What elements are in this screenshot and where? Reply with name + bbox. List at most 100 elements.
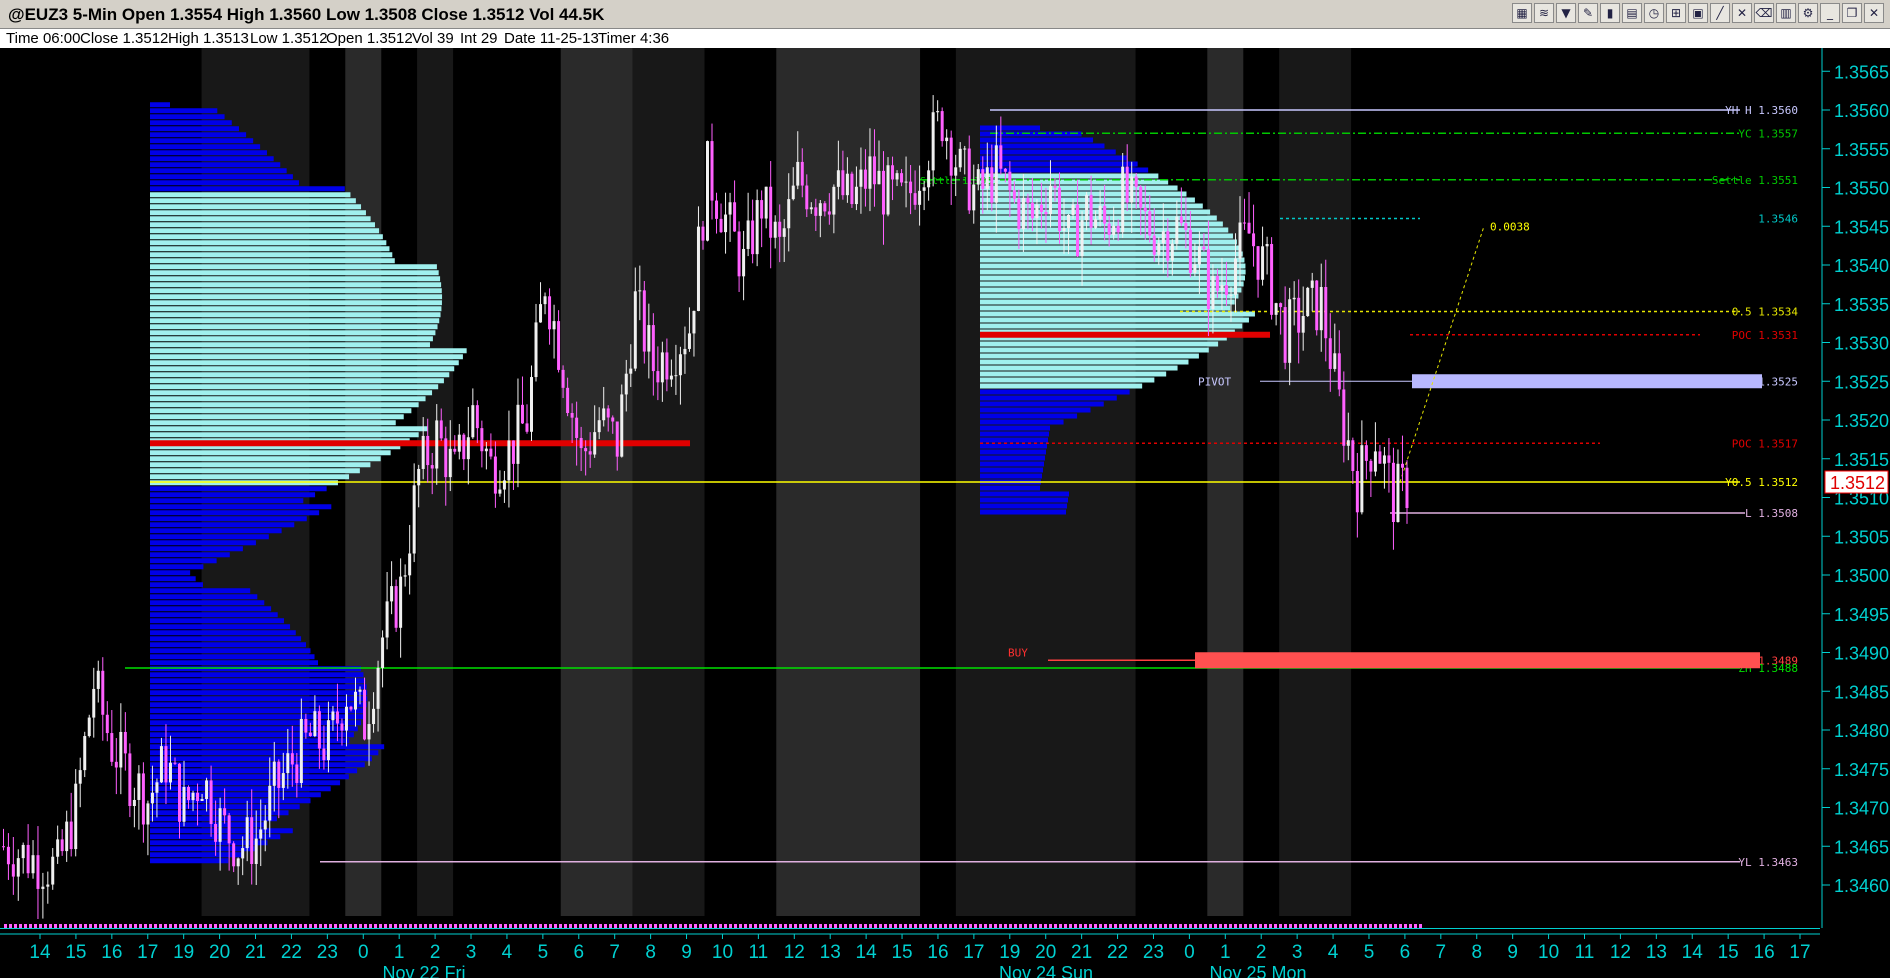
- candle: [1152, 235, 1156, 255]
- volume-bar: [1174, 924, 1177, 928]
- volume-bar: [714, 924, 717, 928]
- fri-profile-row: [150, 642, 307, 648]
- fri-profile-row: [150, 594, 258, 600]
- volume-bar: [649, 924, 652, 928]
- x-tick-label: 16: [927, 942, 948, 963]
- x-tick-label: 3: [1292, 942, 1303, 963]
- volume-bar: [1284, 924, 1287, 928]
- fri-profile-row: [150, 228, 380, 234]
- trendline-icon[interactable]: ╱: [1710, 3, 1730, 23]
- profile-icon[interactable]: ▤: [1622, 3, 1642, 23]
- candle: [1301, 316, 1305, 333]
- x-tick-label: 8: [1471, 942, 1482, 963]
- volume-bar: [374, 924, 377, 928]
- candle: [1143, 207, 1147, 212]
- candle: [895, 173, 899, 180]
- y-tick-label: 1.3545: [1834, 217, 1889, 237]
- candle: [620, 394, 624, 457]
- settings-icon[interactable]: ⚙: [1798, 3, 1818, 23]
- candle: [1044, 212, 1048, 215]
- volume-bar: [644, 924, 647, 928]
- toolbar: ▦ ≋ ▼ ✎ ▮ ▤ ◷ ⊞ ▣ ╱ ✕ ⌫ ▥ ⚙ _ ❐ ✕: [1512, 3, 1884, 23]
- candle: [119, 731, 123, 768]
- candle: [683, 348, 687, 355]
- candle: [602, 408, 606, 421]
- candle: [1360, 445, 1364, 513]
- fri-profile-row: [150, 684, 367, 690]
- candle: [809, 207, 813, 210]
- minimize-icon[interactable]: _: [1820, 3, 1840, 23]
- candle: [36, 855, 40, 889]
- fri-profile-row: [150, 138, 254, 144]
- candle: [728, 202, 732, 215]
- volume-bar: [164, 924, 167, 928]
- volume-bar: [494, 924, 497, 928]
- volume-bar: [1074, 924, 1077, 928]
- candle: [985, 167, 989, 189]
- fri-profile-row: [150, 102, 170, 108]
- volume-bar: [949, 924, 952, 928]
- volume-bar: [764, 924, 767, 928]
- volume-bar: [419, 924, 422, 928]
- restore-icon[interactable]: ❐: [1842, 3, 1862, 23]
- mon-profile-row: [980, 437, 1048, 443]
- fri-profile-row: [150, 636, 302, 642]
- candle: [60, 839, 64, 852]
- volume-bar: [254, 924, 257, 928]
- candle: [187, 786, 191, 801]
- clock-icon[interactable]: ◷: [1644, 3, 1664, 23]
- volume-bar: [354, 924, 357, 928]
- candle: [385, 601, 389, 638]
- volume-bar: [1194, 924, 1197, 928]
- fri-profile-row: [150, 108, 218, 114]
- cross-icon[interactable]: ✕: [1732, 3, 1752, 23]
- volume-bar: [439, 924, 442, 928]
- level-label: 1.3525: [1758, 375, 1798, 388]
- filter-icon[interactable]: ▼: [1556, 3, 1576, 23]
- pencil-icon[interactable]: ✎: [1578, 3, 1598, 23]
- candle: [1382, 455, 1386, 464]
- fri-profile-row: [150, 660, 319, 666]
- candle: [823, 203, 827, 212]
- mon-profile-row: [980, 281, 1244, 287]
- candle: [733, 202, 737, 232]
- symbol-icon[interactable]: ⊞: [1666, 3, 1686, 23]
- volume-bar: [14, 924, 17, 928]
- mon-profile-row: [980, 491, 1069, 497]
- trash-icon[interactable]: ▥: [1776, 3, 1796, 23]
- candle: [263, 820, 267, 830]
- price-chart[interactable]: YH H 1.3560 YC 1.3557 Settle 1.3551 1.3546 0…: [0, 48, 1890, 978]
- volume-bar: [549, 924, 552, 928]
- y-tick-label: 1.3520: [1834, 411, 1889, 431]
- candle: [651, 325, 655, 372]
- candle: [742, 248, 746, 277]
- bars-icon[interactable]: ▮: [1600, 3, 1620, 23]
- candle: [1188, 229, 1192, 273]
- fri-profile-row: [150, 678, 366, 684]
- candle: [981, 169, 985, 189]
- volume-bar: [1114, 924, 1117, 928]
- candle: [990, 167, 994, 203]
- waves-icon[interactable]: ≋: [1534, 3, 1554, 23]
- candle: [782, 228, 786, 237]
- volume-bar: [574, 924, 577, 928]
- volume-bar: [454, 924, 457, 928]
- volume-bar: [659, 924, 662, 928]
- candle: [1193, 264, 1197, 273]
- candle: [1333, 353, 1337, 369]
- volume-bar: [444, 924, 447, 928]
- candle: [638, 290, 642, 292]
- chart-icon[interactable]: ▦: [1512, 3, 1532, 23]
- pivot-zone: [1412, 374, 1762, 389]
- x-tick-label: 17: [963, 942, 984, 963]
- mon-profile-row: [980, 377, 1155, 383]
- info-timer: Timer 4:36: [598, 30, 670, 47]
- close-icon[interactable]: ✕: [1864, 3, 1884, 23]
- candle: [1058, 187, 1061, 232]
- volume-bar: [599, 924, 602, 928]
- data-icon[interactable]: ▣: [1688, 3, 1708, 23]
- delete-icon[interactable]: ⌫: [1754, 3, 1774, 23]
- mon-profile-row: [980, 293, 1239, 299]
- level-label: POC 1.3517: [1732, 437, 1798, 450]
- x-tick-label: 15: [1718, 942, 1739, 963]
